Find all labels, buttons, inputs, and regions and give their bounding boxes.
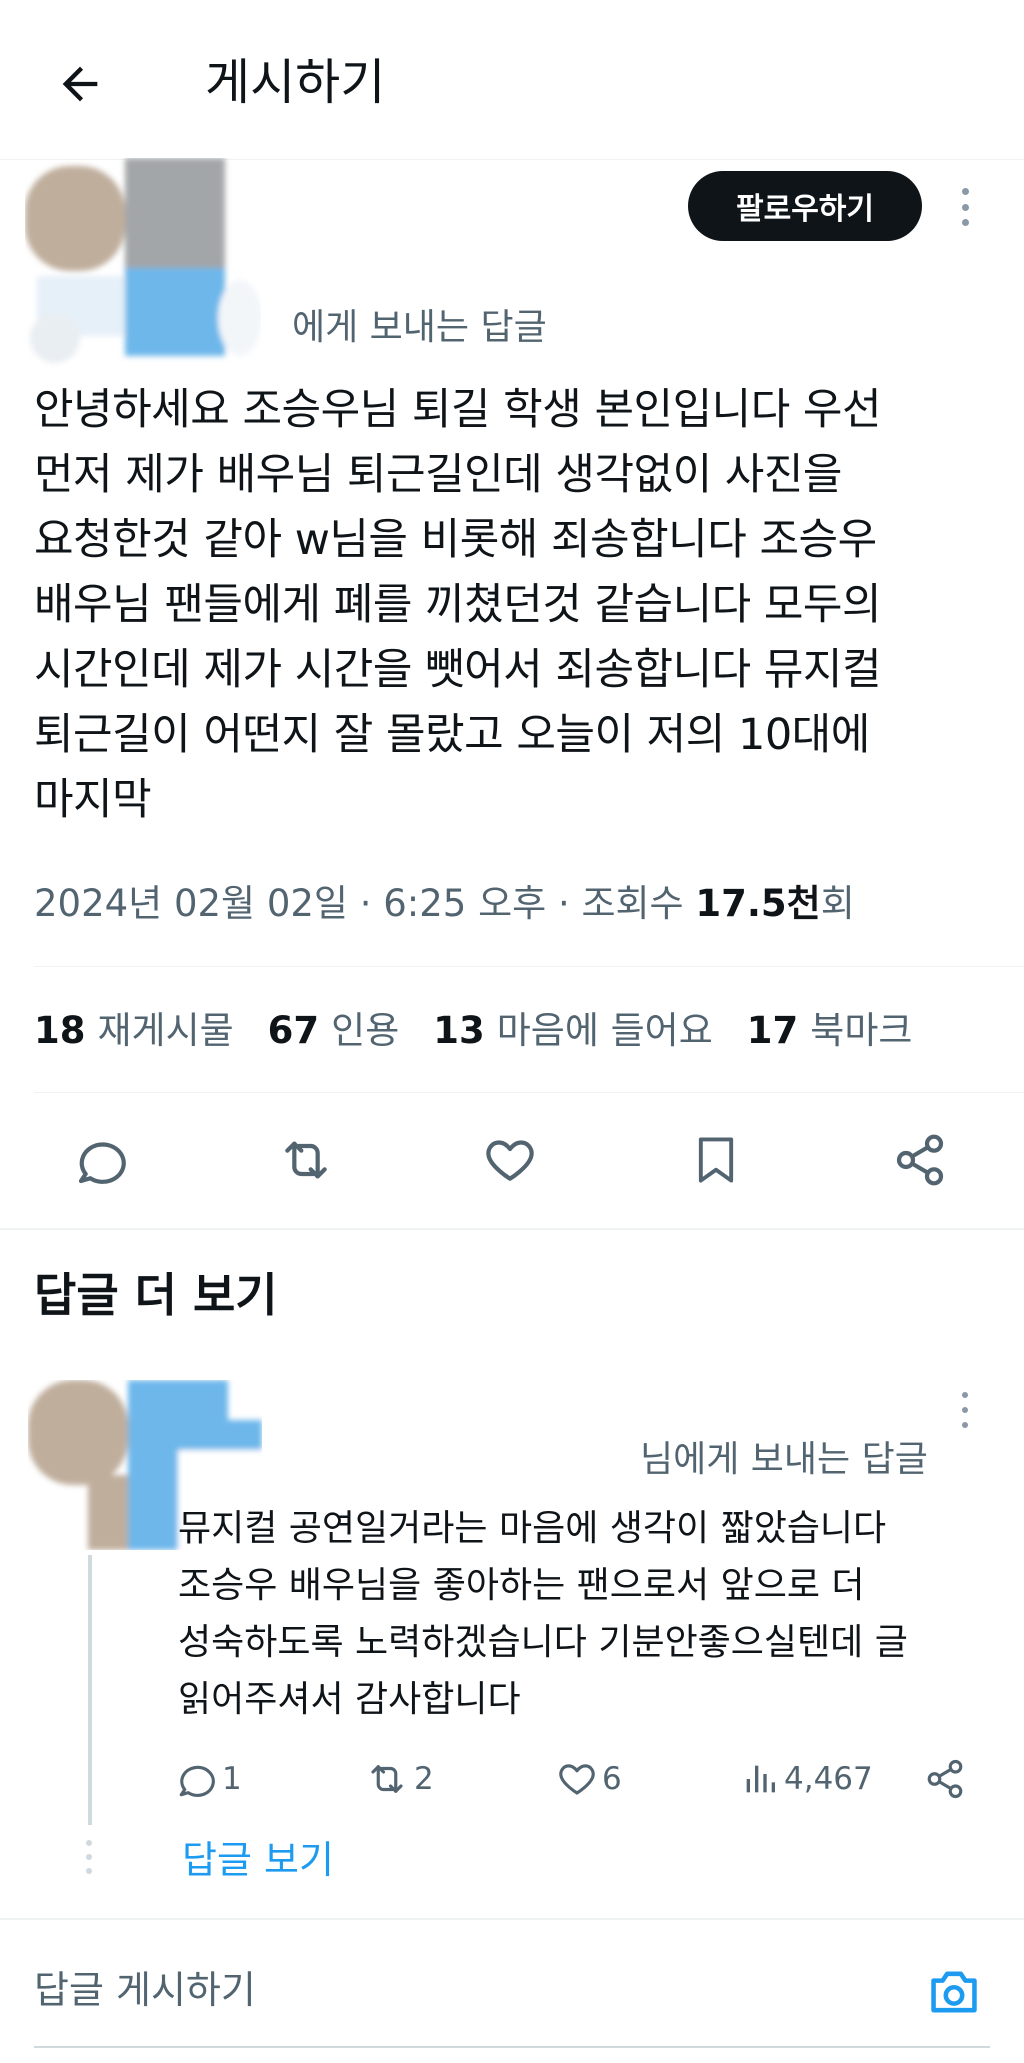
reply-compose-input[interactable]: 답글 게시하기 (34, 1960, 256, 2020)
repost-icon[interactable] (266, 1120, 346, 1200)
reply-repost-button[interactable]: 2 (364, 1754, 434, 1804)
follow-button[interactable]: 팔로우하기 (688, 171, 922, 241)
post-timestamp: 2024년 02월 02일 · 6:25 오후 · 조회수 (34, 882, 696, 925)
more-vertical-icon[interactable] (950, 182, 980, 232)
quotes-stat[interactable]: 67 인용 (268, 1009, 400, 1052)
post-action-bar (0, 1110, 1024, 1210)
bookmark-icon[interactable] (676, 1120, 756, 1200)
like-icon[interactable] (470, 1120, 550, 1200)
reply-reply-button[interactable]: 1 (176, 1754, 242, 1804)
reply-count: 1 (222, 1761, 242, 1797)
reply-more-icon[interactable] (950, 1390, 980, 1430)
engagement-stats: 18 재게시물 67 인용 13 마음에 들어요 17 북마크 (34, 1001, 946, 1061)
repost-count: 2 (414, 1761, 434, 1797)
section-divider (0, 1228, 1024, 1230)
views-icon (746, 1765, 775, 1793)
author-avatar[interactable] (25, 158, 262, 368)
divider (34, 966, 1024, 967)
compose-divider (0, 1918, 1024, 1920)
share-icon (927, 1759, 963, 1799)
reply-views-button[interactable]: 4,467 (740, 1754, 873, 1804)
like-count: 6 (602, 1761, 622, 1797)
view-count-suffix: 회 (820, 882, 855, 925)
divider (34, 1092, 1024, 1093)
reply-action-bar: 1 2 6 4,467 (0, 1748, 1024, 1808)
view-count: 17.5천 (695, 882, 821, 925)
compose-underline (34, 2046, 990, 2048)
bookmarks-stat[interactable]: 17 북마크 (747, 1009, 913, 1052)
camera-icon[interactable] (922, 1962, 986, 2022)
reply-icon[interactable] (62, 1120, 142, 1200)
back-arrow-icon[interactable] (48, 52, 112, 116)
reply-icon (179, 1765, 215, 1797)
post-meta: 2024년 02월 02일 · 6:25 오후 · 조회수 17.5천회 (34, 876, 855, 932)
top-app-bar: 게시하기 (0, 0, 1024, 160)
reply-text: 뮤지컬 공연일거라는 마음에 생각이 짧았습니다 조승우 배우님을 좋아하는 팬… (178, 1508, 908, 1720)
more-replies-heading: 답글 더 보기 (34, 1268, 278, 1322)
post-text: 안녕하세요 조승우님 퇴길 학생 본인입니다 우선 먼저 제가 배우님 퇴근길인… (34, 385, 882, 825)
views-count: 4,467 (784, 1761, 873, 1797)
like-icon (559, 1764, 595, 1795)
reply-to-label: 에게 보내는 답글 (292, 307, 547, 348)
reply-like-button[interactable]: 6 (556, 1754, 622, 1804)
repost-icon (371, 1765, 403, 1793)
share-icon[interactable] (880, 1120, 960, 1200)
thread-dots (86, 1840, 94, 1874)
reply-share-button[interactable] (924, 1754, 970, 1804)
show-replies-link[interactable]: 답글 보기 (182, 1832, 334, 1888)
page-title: 게시하기 (205, 54, 386, 111)
reply-to-label: 님에게 보내는 답글 (640, 1439, 928, 1480)
likes-stat[interactable]: 13 마음에 들어요 (433, 1009, 713, 1052)
reposts-stat[interactable]: 18 재게시물 (34, 1009, 234, 1052)
